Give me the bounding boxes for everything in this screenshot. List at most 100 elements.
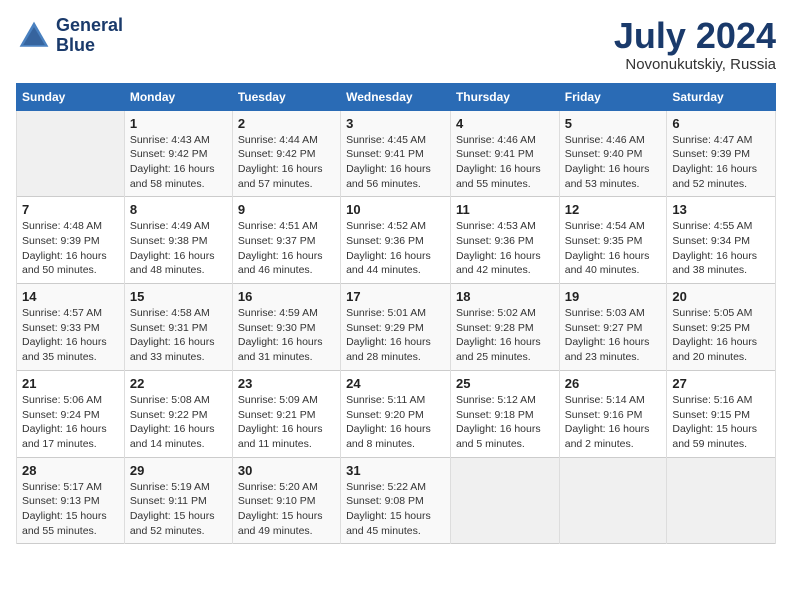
day-number: 24 [346, 376, 445, 391]
cell-details: Sunrise: 5:14 AM Sunset: 9:16 PM Dayligh… [565, 393, 662, 452]
day-number: 27 [672, 376, 770, 391]
calendar-cell [17, 110, 125, 197]
day-number: 3 [346, 116, 445, 131]
cell-details: Sunrise: 4:53 AM Sunset: 9:36 PM Dayligh… [456, 219, 554, 278]
calendar-cell: 15 Sunrise: 4:58 AM Sunset: 9:31 PM Dayli… [124, 284, 232, 371]
day-number: 21 [22, 376, 119, 391]
day-number: 29 [130, 463, 227, 478]
day-number: 14 [22, 289, 119, 304]
calendar-cell: 19 Sunrise: 5:03 AM Sunset: 9:27 PM Dayli… [559, 284, 667, 371]
cell-details: Sunrise: 4:47 AM Sunset: 9:39 PM Dayligh… [672, 133, 770, 192]
calendar-cell: 29 Sunrise: 5:19 AM Sunset: 9:11 PM Dayli… [124, 457, 232, 544]
day-number: 11 [456, 202, 554, 217]
calendar-cell: 14 Sunrise: 4:57 AM Sunset: 9:33 PM Dayli… [17, 284, 125, 371]
day-number: 23 [238, 376, 335, 391]
calendar-cell: 5 Sunrise: 4:46 AM Sunset: 9:40 PM Daylig… [559, 110, 667, 197]
day-number: 17 [346, 289, 445, 304]
day-number: 12 [565, 202, 662, 217]
cell-details: Sunrise: 4:51 AM Sunset: 9:37 PM Dayligh… [238, 219, 335, 278]
day-number: 22 [130, 376, 227, 391]
calendar-cell: 25 Sunrise: 5:12 AM Sunset: 9:18 PM Dayli… [450, 370, 559, 457]
calendar-cell: 1 Sunrise: 4:43 AM Sunset: 9:42 PM Daylig… [124, 110, 232, 197]
calendar-cell: 30Sunrise: 5:20 AM Sunset: 9:10 PM Dayli… [232, 457, 340, 544]
cell-details: Sunrise: 5:09 AM Sunset: 9:21 PM Dayligh… [238, 393, 335, 452]
cell-details: Sunrise: 5:03 AM Sunset: 9:27 PM Dayligh… [565, 306, 662, 365]
cell-details: Sunrise: 4:59 AM Sunset: 9:30 PM Dayligh… [238, 306, 335, 365]
cell-details: Sunrise: 4:46 AM Sunset: 9:40 PM Dayligh… [565, 133, 662, 192]
calendar-cell: 20 Sunrise: 5:05 AM Sunset: 9:25 PM Dayli… [667, 284, 776, 371]
day-number: 6 [672, 116, 770, 131]
month-year: July 2024 [614, 16, 776, 56]
cell-details: Sunrise: 4:57 AM Sunset: 9:33 PM Dayligh… [22, 306, 119, 365]
calendar-header-row: SundayMondayTuesdayWednesdayThursdayFrid… [17, 83, 776, 110]
calendar-cell: 17 Sunrise: 5:01 AM Sunset: 9:29 PM Dayli… [341, 284, 451, 371]
day-number: 30 [238, 463, 335, 478]
day-header-thursday: Thursday [450, 83, 559, 110]
page-header: General Blue July 2024 Novonukutskiy, Ru… [16, 16, 776, 73]
cell-details: Sunrise: 5:01 AM Sunset: 9:29 PM Dayligh… [346, 306, 445, 365]
cell-details: Sunrise: 5:19 AM Sunset: 9:11 PM Dayligh… [130, 480, 227, 539]
day-number: 15 [130, 289, 227, 304]
cell-details: Sunrise: 4:58 AM Sunset: 9:31 PM Dayligh… [130, 306, 227, 365]
day-number: 13 [672, 202, 770, 217]
cell-details: Sunrise: 5:02 AM Sunset: 9:28 PM Dayligh… [456, 306, 554, 365]
calendar-cell: 22 Sunrise: 5:08 AM Sunset: 9:22 PM Dayli… [124, 370, 232, 457]
calendar-cell: 8 Sunrise: 4:49 AM Sunset: 9:38 PM Daylig… [124, 197, 232, 284]
calendar-week-row: 28 Sunrise: 5:17 AM Sunset: 9:13 PM Dayli… [17, 457, 776, 544]
calendar-cell [559, 457, 667, 544]
calendar-cell: 23 Sunrise: 5:09 AM Sunset: 9:21 PM Dayli… [232, 370, 340, 457]
day-number: 26 [565, 376, 662, 391]
calendar-cell: 10 Sunrise: 4:52 AM Sunset: 9:36 PM Dayli… [341, 197, 451, 284]
cell-details: Sunrise: 4:49 AM Sunset: 9:38 PM Dayligh… [130, 219, 227, 278]
day-number: 4 [456, 116, 554, 131]
cell-details: Sunrise: 4:55 AM Sunset: 9:34 PM Dayligh… [672, 219, 770, 278]
cell-details: Sunrise: 4:52 AM Sunset: 9:36 PM Dayligh… [346, 219, 445, 278]
cell-details: Sunrise: 4:48 AM Sunset: 9:39 PM Dayligh… [22, 219, 119, 278]
cell-details: Sunrise: 4:45 AM Sunset: 9:41 PM Dayligh… [346, 133, 445, 192]
day-number: 2 [238, 116, 335, 131]
cell-details: Sunrise: 4:54 AM Sunset: 9:35 PM Dayligh… [565, 219, 662, 278]
location: Novonukutskiy, Russia [614, 56, 776, 73]
day-header-tuesday: Tuesday [232, 83, 340, 110]
day-number: 19 [565, 289, 662, 304]
day-header-monday: Monday [124, 83, 232, 110]
cell-details: Sunrise: 4:44 AM Sunset: 9:42 PM Dayligh… [238, 133, 335, 192]
cell-details: Sunrise: 5:08 AM Sunset: 9:22 PM Dayligh… [130, 393, 227, 452]
cell-details: Sunrise: 4:43 AM Sunset: 9:42 PM Dayligh… [130, 133, 227, 192]
logo-icon [16, 18, 52, 54]
cell-details: Sunrise: 5:17 AM Sunset: 9:13 PM Dayligh… [22, 480, 119, 539]
calendar-week-row: 21Sunrise: 5:06 AM Sunset: 9:24 PM Dayli… [17, 370, 776, 457]
calendar-cell [450, 457, 559, 544]
day-number: 25 [456, 376, 554, 391]
day-number: 9 [238, 202, 335, 217]
day-number: 28 [22, 463, 119, 478]
day-number: 5 [565, 116, 662, 131]
day-number: 8 [130, 202, 227, 217]
calendar-cell: 18 Sunrise: 5:02 AM Sunset: 9:28 PM Dayli… [450, 284, 559, 371]
calendar-cell: 24Sunrise: 5:11 AM Sunset: 9:20 PM Dayli… [341, 370, 451, 457]
cell-details: Sunrise: 5:05 AM Sunset: 9:25 PM Dayligh… [672, 306, 770, 365]
calendar-cell: 9 Sunrise: 4:51 AM Sunset: 9:37 PM Daylig… [232, 197, 340, 284]
calendar-cell: 3 Sunrise: 4:45 AM Sunset: 9:41 PM Daylig… [341, 110, 451, 197]
day-number: 18 [456, 289, 554, 304]
day-number: 20 [672, 289, 770, 304]
logo: General Blue [16, 16, 123, 56]
day-header-wednesday: Wednesday [341, 83, 451, 110]
day-number: 1 [130, 116, 227, 131]
calendar-cell: 13 Sunrise: 4:55 AM Sunset: 9:34 PM Dayli… [667, 197, 776, 284]
calendar-cell: 28 Sunrise: 5:17 AM Sunset: 9:13 PM Dayli… [17, 457, 125, 544]
calendar-cell [667, 457, 776, 544]
day-number: 31 [346, 463, 445, 478]
cell-details: Sunrise: 5:12 AM Sunset: 9:18 PM Dayligh… [456, 393, 554, 452]
day-header-friday: Friday [559, 83, 667, 110]
calendar-cell: 16Sunrise: 4:59 AM Sunset: 9:30 PM Dayli… [232, 284, 340, 371]
calendar-week-row: 1 Sunrise: 4:43 AM Sunset: 9:42 PM Daylig… [17, 110, 776, 197]
cell-details: Sunrise: 5:22 AM Sunset: 9:08 PM Dayligh… [346, 480, 445, 539]
day-number: 10 [346, 202, 445, 217]
calendar-week-row: 7 Sunrise: 4:48 AM Sunset: 9:39 PM Daylig… [17, 197, 776, 284]
calendar-cell: 11 Sunrise: 4:53 AM Sunset: 9:36 PM Dayli… [450, 197, 559, 284]
day-header-saturday: Saturday [667, 83, 776, 110]
calendar-cell: 2 Sunrise: 4:44 AM Sunset: 9:42 PM Daylig… [232, 110, 340, 197]
day-number: 7 [22, 202, 119, 217]
calendar-cell: 31 Sunrise: 5:22 AM Sunset: 9:08 PM Dayli… [341, 457, 451, 544]
